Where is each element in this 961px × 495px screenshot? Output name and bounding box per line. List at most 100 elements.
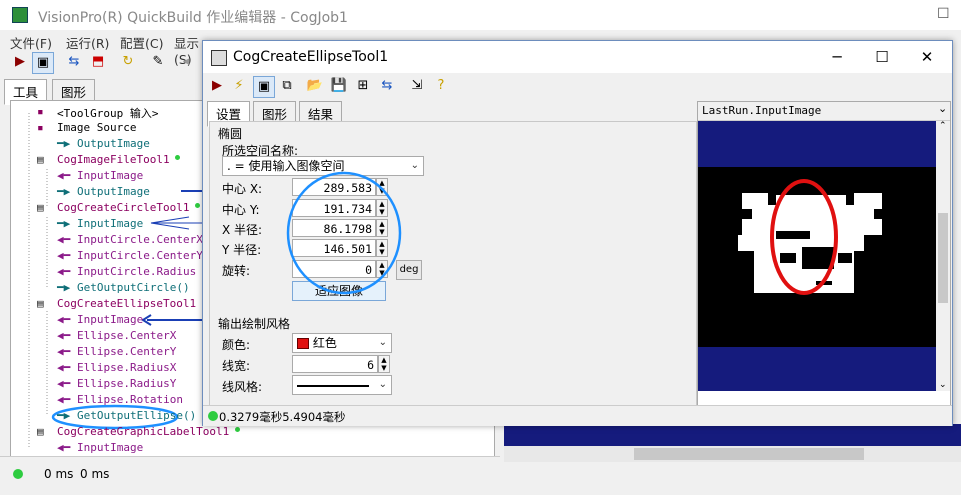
display-icon[interactable]: ▣ xyxy=(32,52,54,74)
tree-terminal-item[interactable]: InputImage xyxy=(77,441,143,454)
tree-terminal-item[interactable]: Ellipse.Rotation xyxy=(77,393,183,406)
tree-terminal-item[interactable]: <ToolGroup 输入> xyxy=(57,105,158,121)
tree-tool-item[interactable]: CogImageFileTool1 xyxy=(57,153,170,166)
tree-terminal-item[interactable]: OutputImage xyxy=(77,137,150,150)
run-icon[interactable]: ▶ xyxy=(10,52,30,72)
color-value: 红色 xyxy=(312,336,337,350)
horizontal-scrollbar[interactable] xyxy=(504,446,961,462)
input-group-icon: ▪ xyxy=(37,105,44,118)
line-width-spinner[interactable]: ▲ ▼ xyxy=(378,355,390,373)
chevron-down-icon: ⌄ xyxy=(378,337,387,348)
export-icon[interactable]: ⇲ xyxy=(407,76,427,96)
tree-terminal-item[interactable]: Ellipse.CenterX xyxy=(77,329,176,342)
input-arrow-icon: ◀━ xyxy=(57,441,71,454)
chevron-down-icon: ⌄ xyxy=(410,160,419,171)
image-background xyxy=(504,424,961,446)
tree-tool-item[interactable]: CogCreateEllipseTool1 xyxy=(57,297,196,310)
maximize-icon[interactable]: ☐ xyxy=(937,6,950,22)
tree-terminal-item[interactable]: Ellipse.RadiusY xyxy=(77,377,176,390)
input-arrow-icon: ◀━ xyxy=(57,361,71,374)
camera-icon: ▪ xyxy=(37,121,44,134)
scroll-down-icon[interactable]: ⌄ xyxy=(939,380,947,390)
run-icon[interactable]: ▶ xyxy=(207,76,227,96)
solid-line-icon xyxy=(297,384,369,387)
scroll-up-icon[interactable]: ⌃ xyxy=(939,121,947,131)
status-time: 0.3279毫秒5.4904毫秒 xyxy=(219,410,346,424)
app-icon xyxy=(12,7,28,23)
style-group-title: 输出绘制风格 xyxy=(218,317,291,331)
refresh-icon[interactable]: ↻ xyxy=(118,52,138,72)
radius-y-label: Y 半径: xyxy=(222,243,262,257)
tree-terminal-item[interactable]: Ellipse.CenterY xyxy=(77,345,176,358)
status-left-time: 0 ms xyxy=(44,467,74,481)
brush-icon[interactable]: ✎ xyxy=(148,52,168,72)
dialog-status-bar: 0.3279毫秒5.4904毫秒 xyxy=(203,405,952,426)
tool-icon xyxy=(211,50,227,66)
reset-icon[interactable]: ⬒ xyxy=(88,52,108,72)
main-toolbar: ▶ ▣ ⇆ ⬒ ↻ ✎ ◂ xyxy=(0,50,210,78)
color-select[interactable]: 红色 ⌄ xyxy=(292,333,392,353)
lightning-icon[interactable]: ⚡ xyxy=(229,76,249,96)
tree-terminal-item[interactable]: InputImage xyxy=(77,169,143,182)
tree-terminal-item[interactable]: InputCircle.CenterX xyxy=(77,233,203,246)
input-arrow-icon: ◀━ xyxy=(57,329,71,342)
maximize-icon[interactable]: ☐ xyxy=(872,47,892,67)
tree-tool-item[interactable]: CogCreateGraphicLabelTool1 xyxy=(57,425,229,438)
dialog-toolbar: ▶ ⚡ ▣ ⧉ 📂 💾 ⊞ ⇆ ⇲ ? xyxy=(203,74,952,100)
input-arrow-icon: ◀━ xyxy=(57,345,71,358)
minimize-icon[interactable]: ─ xyxy=(827,47,847,67)
viewer-canvas xyxy=(698,121,950,391)
tree-terminal-item[interactable]: OutputImage xyxy=(77,185,150,198)
help-icon[interactable]: ? xyxy=(431,76,451,96)
line-width-label: 线宽: xyxy=(222,359,251,373)
status-right-time: 0 ms xyxy=(80,467,110,481)
radius-x-label: X 半径: xyxy=(222,223,263,237)
input-arrow-icon: ◀━ xyxy=(57,393,71,406)
label-tool-icon: ▤ xyxy=(37,425,44,438)
tree-terminal-item[interactable]: GetOutputEllipse() xyxy=(77,409,196,422)
tree-terminal-item[interactable]: Image Source xyxy=(57,121,136,134)
ellipse-group-title: 椭圆 xyxy=(218,127,243,141)
chevron-down-icon[interactable]: ⌄ xyxy=(938,102,947,115)
color-label: 颜色: xyxy=(222,338,251,352)
open-folder-icon[interactable]: 📂 xyxy=(305,76,325,96)
copy-icon[interactable]: ⧉ xyxy=(277,76,297,96)
input-arrow-icon: ◀━ xyxy=(57,169,71,182)
save-icon[interactable]: 💾 xyxy=(329,76,349,96)
line-style-select[interactable]: ⌄ xyxy=(292,375,392,395)
line-width-field[interactable]: 6 xyxy=(292,355,378,373)
settings-panel: 椭圆 所选空间名称: . = 使用输入图像空间 ⌄ 中心 X: 289.583 … xyxy=(209,121,697,413)
dialog-title-bar: CogCreateEllipseTool1 ─ ☐ ✕ xyxy=(203,41,952,73)
save-as-icon[interactable]: ⊞ xyxy=(353,76,373,96)
tool-status-dot xyxy=(174,155,180,160)
more-icon[interactable]: ◂ xyxy=(176,52,196,72)
display-icon[interactable]: ▣ xyxy=(253,76,275,98)
tree-terminal-item[interactable]: GetOutputCircle() xyxy=(77,281,190,294)
tree-terminal-item[interactable]: Ellipse.RadiusX xyxy=(77,361,176,374)
tool-tabs: 工具 图形 xyxy=(0,79,210,105)
tree-terminal-item[interactable]: InputCircle.Radius xyxy=(77,265,196,278)
tree-terminal-item[interactable]: InputCircle.CenterY xyxy=(77,249,203,262)
ellipse-tool-dialog: CogCreateEllipseTool1 ─ ☐ ✕ ▶ ⚡ ▣ ⧉ 📂 💾 … xyxy=(202,40,953,426)
tree-terminal-item[interactable]: InputImage xyxy=(77,217,143,230)
image-viewer[interactable]: LastRun.InputImage ⌄ ⌃ ⌄ xyxy=(697,101,951,407)
input-arrow-icon: ◀━ xyxy=(57,377,71,390)
status-bar: 0 ms 0 ms xyxy=(0,456,500,495)
import-icon[interactable]: ⇆ xyxy=(377,76,397,96)
output-arrow-icon: ━▶ xyxy=(57,409,71,422)
highlight-circle xyxy=(286,171,402,295)
image-file-tool-icon: ▤ xyxy=(37,153,44,166)
main-title-bar: VisionPro(R) QuickBuild 作业编辑器 - CogJob1 … xyxy=(0,0,961,30)
scroll-thumb[interactable] xyxy=(634,448,864,460)
tree-terminal-item[interactable]: InputImage xyxy=(77,313,143,326)
input-arrow-icon: ◀━ xyxy=(57,249,71,262)
import-icon[interactable]: ⇆ xyxy=(64,52,84,72)
input-arrow-icon: ◀━ xyxy=(57,313,71,326)
tree-tool-item[interactable]: CogCreateCircleTool1 xyxy=(57,201,189,214)
color-swatch xyxy=(297,338,309,349)
status-ok-icon xyxy=(208,411,218,421)
output-arrow-icon: ━▶ xyxy=(57,137,71,150)
close-icon[interactable]: ✕ xyxy=(917,47,937,67)
output-arrow-icon: ━▶ xyxy=(57,217,71,230)
input-arrow-icon: ◀━ xyxy=(57,265,71,278)
